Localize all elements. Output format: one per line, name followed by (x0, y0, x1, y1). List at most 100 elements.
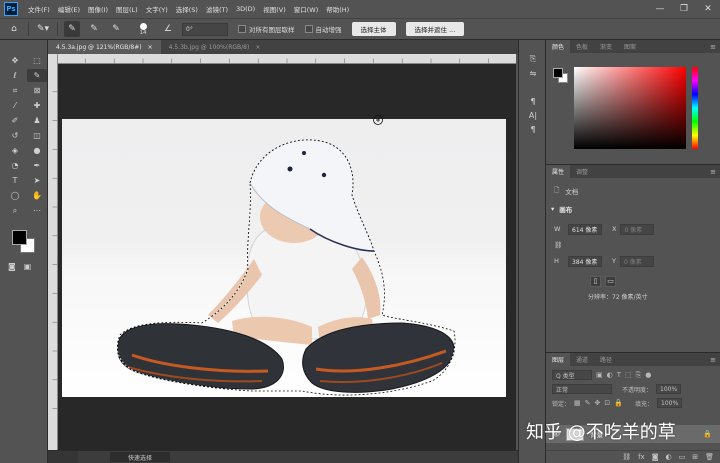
new-group-icon[interactable]: ▭ (679, 453, 686, 461)
chevron-down-icon[interactable]: ▾ (551, 205, 554, 213)
tab-properties[interactable]: 属性 (546, 165, 571, 178)
tab-color[interactable]: 颜色 (546, 40, 571, 53)
angle-input[interactable]: 0° (182, 22, 228, 36)
menu-image[interactable]: 图像(I) (84, 4, 112, 14)
y-field[interactable]: 0 像素 (619, 255, 654, 267)
tab-swatches[interactable]: 色板 (570, 40, 594, 53)
pen-tool-icon[interactable]: ✒ (27, 159, 47, 172)
tab-gradients[interactable]: 渐变 (594, 40, 618, 53)
lock-position-icon[interactable]: ✥ (595, 399, 601, 407)
tab-paths[interactable]: 路径 (594, 353, 618, 366)
eyedropper-tool-icon[interactable]: ⁄ (5, 99, 25, 112)
close-window-button[interactable]: ✕ (696, 0, 720, 18)
brush-settings-icon[interactable]: ¶ (519, 94, 547, 108)
select-and-mask-button[interactable]: 选择并遮住 ... (405, 22, 465, 36)
close-tab-icon[interactable]: × (255, 44, 260, 51)
subtract-from-selection-brush-icon[interactable]: ✎ (108, 21, 124, 37)
panel-menu-icon[interactable]: ≡ (710, 43, 716, 51)
add-mask-icon[interactable]: ◙ (652, 453, 659, 461)
layer-lock-icon[interactable]: 🔒 (703, 430, 712, 438)
orientation-landscape-icon[interactable]: ▭ (605, 275, 616, 287)
blur-tool-icon[interactable]: ● (27, 144, 47, 157)
history-panel-icon[interactable]: ⎘ (519, 52, 547, 66)
filter-adjustment-icon[interactable]: ◐ (607, 371, 613, 379)
x-field[interactable]: 0 像素 (620, 223, 655, 235)
frame-tool-icon[interactable]: ⊠ (27, 84, 47, 97)
lasso-tool-icon[interactable]: ℓ (5, 69, 25, 82)
filter-pixel-icon[interactable]: ▣ (596, 371, 603, 379)
crop-tool-icon[interactable]: ⌗ (5, 84, 25, 97)
foreground-color-chip[interactable] (553, 68, 563, 78)
link-icon[interactable]: ⛓ (554, 241, 564, 249)
ellipse-tool-icon[interactable]: ◯ (5, 189, 25, 202)
eraser-tool-icon[interactable]: ◫ (27, 129, 47, 142)
dodge-tool-icon[interactable]: ◔ (5, 159, 25, 172)
panel-menu-icon[interactable]: ≡ (710, 168, 716, 176)
new-adjustment-layer-icon[interactable]: ◐ (666, 453, 672, 461)
minimize-button[interactable]: — (648, 0, 672, 18)
character-panel-icon[interactable]: A| (519, 108, 547, 122)
tab-document-b[interactable]: 4.5.3b.jpg @ 100%(RGB/8) × (161, 40, 269, 54)
delete-layer-icon[interactable]: 🗑 (705, 453, 714, 461)
filter-smart-object-icon[interactable]: ⎘ (636, 371, 642, 380)
filter-shape-icon[interactable]: ⬚ (625, 371, 632, 379)
lock-artboard-icon[interactable]: ⊡ (604, 399, 610, 407)
layer-kind-filter[interactable]: Q 类型 (552, 370, 592, 380)
hue-slider[interactable] (692, 67, 698, 149)
close-tab-icon[interactable]: × (148, 44, 153, 51)
path-selection-tool-icon[interactable]: ➤ (27, 174, 47, 187)
clone-stamp-tool-icon[interactable]: ♟ (27, 114, 47, 127)
screen-mode-icon[interactable]: ▣ (24, 262, 32, 271)
select-subject-button[interactable]: 选择主体 (351, 22, 396, 36)
menu-3d[interactable]: 3D(D) (232, 5, 259, 13)
menu-edit[interactable]: 编辑(E) (54, 4, 84, 14)
foreground-color-swatch[interactable] (12, 230, 27, 245)
menu-help[interactable]: 帮助(H) (322, 4, 353, 14)
blend-mode-select[interactable]: 正常 (552, 384, 612, 394)
brush-tool-icon[interactable]: ✐ (5, 114, 25, 127)
color-picker-field[interactable] (574, 67, 686, 149)
tab-adjustments[interactable]: 调整 (570, 165, 594, 178)
sample-all-layers-checkbox[interactable]: 对所有图层取样 (238, 24, 295, 34)
paragraph-panel-icon[interactable]: ¶ (519, 122, 547, 136)
new-selection-brush-icon[interactable]: ✎ (64, 21, 80, 37)
brush-picker[interactable]: 14 (132, 19, 154, 39)
healing-brush-tool-icon[interactable]: ✚ (27, 99, 47, 112)
width-field[interactable]: 614 像素 (568, 223, 602, 235)
menu-type[interactable]: 文字(Y) (142, 4, 172, 14)
tab-patterns[interactable]: 图案 (618, 40, 642, 53)
filter-toggle-icon[interactable]: ● (645, 371, 651, 379)
menu-filter[interactable]: 滤镜(T) (202, 4, 232, 14)
add-to-selection-brush-icon[interactable]: ✎ (86, 21, 102, 37)
hand-tool-icon[interactable]: ✋ (27, 189, 47, 202)
more-tools-icon[interactable]: ⋯ (27, 204, 47, 217)
history-brush-tool-icon[interactable]: ↺ (5, 129, 25, 142)
layer-style-icon[interactable]: fx (638, 453, 645, 461)
vertical-ruler[interactable] (48, 54, 58, 450)
auto-enhance-checkbox[interactable]: 自动增强 (304, 24, 342, 34)
tab-document-a[interactable]: 4.5.3a.jpg @ 121%(RGB/8#) × (48, 40, 161, 54)
panel-menu-icon[interactable]: ≡ (710, 356, 716, 364)
tool-preset-picker-icon[interactable]: ✎▾ (35, 21, 51, 37)
menu-layer[interactable]: 图层(L) (112, 4, 142, 14)
menu-select[interactable]: 选择(S) (172, 4, 202, 14)
lock-transparency-icon[interactable]: ▦ (574, 399, 581, 407)
paint-bucket-tool-icon[interactable]: ◈ (5, 144, 25, 157)
opacity-field[interactable]: 100% (656, 384, 682, 394)
marquee-tool-icon[interactable]: ⬚ (27, 54, 47, 67)
actions-panel-icon[interactable]: ⇋ (519, 66, 547, 80)
quick-selection-tool-icon[interactable]: ✎ (27, 69, 47, 82)
restore-button[interactable]: ❐ (672, 0, 696, 18)
lock-pixels-icon[interactable]: ✎ (585, 399, 591, 407)
horizontal-ruler[interactable] (58, 54, 516, 64)
tab-channels[interactable]: 通道 (570, 353, 594, 366)
height-field[interactable]: 384 像素 (568, 255, 602, 267)
zoom-tool-icon[interactable]: ⌕ (5, 204, 25, 217)
orientation-portrait-icon[interactable]: ▯ (590, 275, 601, 287)
filter-type-icon[interactable]: T (617, 371, 621, 379)
menu-view[interactable]: 视图(V) (259, 4, 290, 14)
zoom-field[interactable] (48, 451, 78, 463)
move-tool-icon[interactable]: ✥ (5, 54, 25, 67)
color-swatches[interactable] (12, 230, 38, 256)
document-image[interactable] (62, 119, 506, 397)
